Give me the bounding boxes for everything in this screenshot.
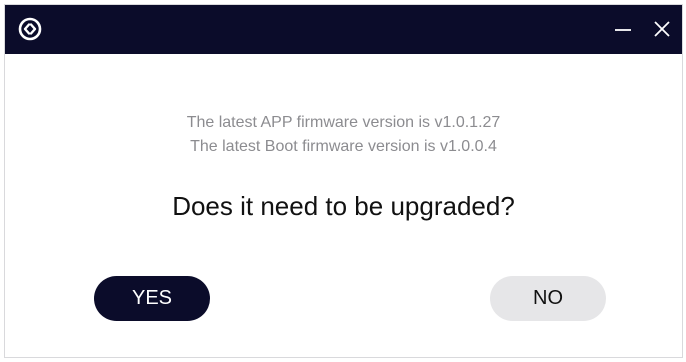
minimize-icon bbox=[615, 29, 631, 31]
no-button[interactable]: NO bbox=[490, 276, 606, 321]
close-icon bbox=[654, 21, 670, 37]
firmware-upgrade-dialog: The latest APP firmware version is v1.0.… bbox=[4, 4, 683, 358]
app-firmware-version-text: The latest APP firmware version is v1.0.… bbox=[186, 114, 501, 131]
upgrade-question: Does it need to be upgraded? bbox=[172, 191, 515, 221]
app-logo-icon bbox=[18, 17, 42, 41]
firmware-version-message: The latest APP firmware version is v1.0.… bbox=[5, 111, 682, 159]
minimize-button[interactable] bbox=[609, 15, 637, 43]
close-button[interactable] bbox=[648, 15, 676, 43]
boot-firmware-version-text: The latest Boot firmware version is v1.0… bbox=[190, 138, 497, 155]
title-bar bbox=[5, 5, 682, 54]
yes-button[interactable]: YES bbox=[94, 276, 210, 321]
